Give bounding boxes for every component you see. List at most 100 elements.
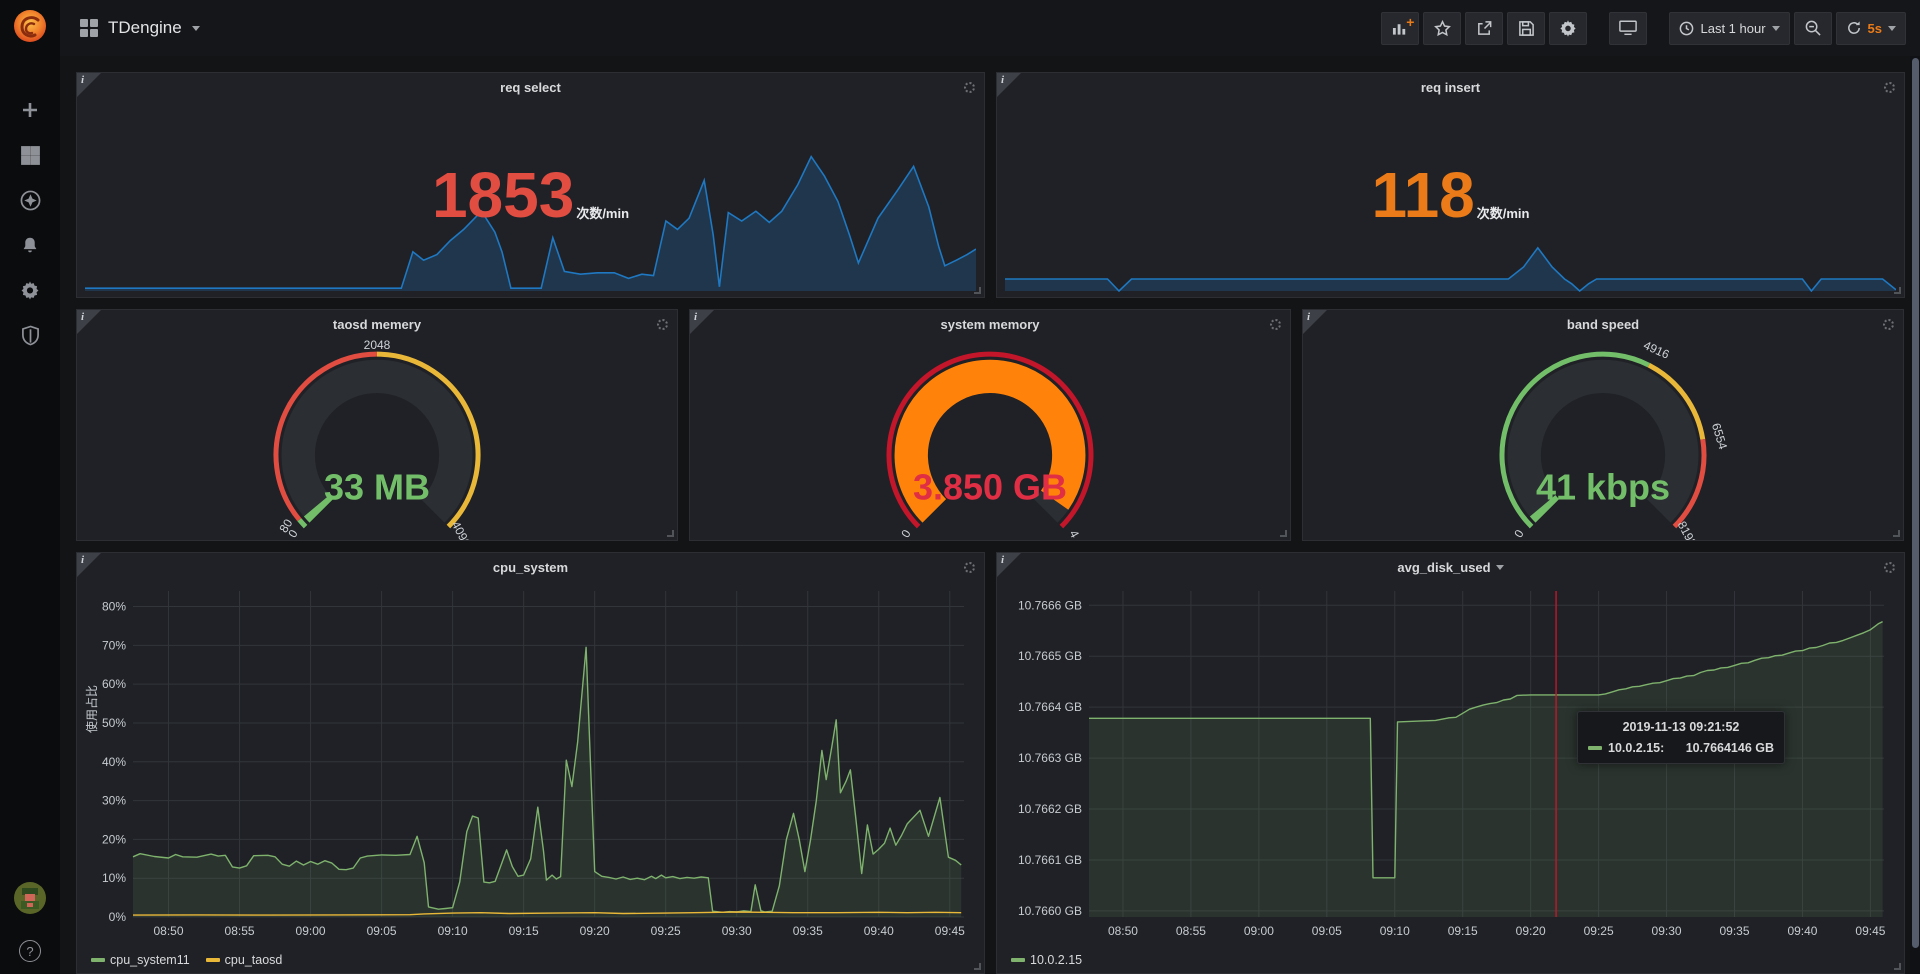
legend-item-10-0-2-15[interactable]: 10.0.2.15 — [1011, 953, 1082, 967]
panel-resize-handle[interactable] — [667, 530, 674, 537]
server-admin-shield-icon[interactable] — [11, 323, 49, 347]
panel-header-taosd-memory[interactable]: taosd memery — [77, 310, 677, 338]
svg-text:09:00: 09:00 — [296, 924, 326, 938]
gauge-chart: 049166554819241 kbps — [1303, 338, 1903, 540]
panel-info-icon[interactable]: i — [997, 553, 1021, 577]
svg-text:09:10: 09:10 — [1380, 924, 1410, 938]
svg-text:09:20: 09:20 — [580, 924, 610, 938]
dashboards-icon[interactable] — [11, 143, 49, 167]
panel-title: req insert — [1421, 80, 1480, 95]
panel-header-req-insert[interactable]: req insert — [997, 73, 1904, 101]
singlestat-value-group: 118 次数/min — [997, 168, 1904, 222]
tooltip-series-label: 10.0.2.15: — [1608, 741, 1664, 755]
refresh-interval-label[interactable]: 5s — [1868, 21, 1882, 36]
panel-info-icon[interactable]: i — [77, 310, 101, 334]
svg-text:2048: 2048 — [364, 338, 391, 352]
add-icon[interactable] — [11, 98, 49, 122]
grafana-logo[interactable] — [10, 6, 50, 46]
panel-info-icon[interactable]: i — [690, 310, 714, 334]
panel-header-cpu-system[interactable]: cpu_system — [77, 553, 984, 581]
zoom-out-button[interactable] — [1794, 12, 1832, 45]
svg-text:09:45: 09:45 — [1855, 924, 1885, 938]
panel-header-req-select[interactable]: req select — [77, 73, 984, 101]
sparkline-chart[interactable] — [85, 150, 976, 292]
svg-text:09:15: 09:15 — [509, 924, 539, 938]
panel-header-band-speed[interactable]: band speed — [1303, 310, 1903, 338]
legend-label: 10.0.2.15 — [1030, 953, 1082, 967]
settings-gear-button[interactable] — [1549, 12, 1587, 45]
svg-text:10.7661 GB: 10.7661 GB — [1018, 853, 1082, 867]
svg-text:09:40: 09:40 — [1787, 924, 1817, 938]
svg-text:08:55: 08:55 — [225, 924, 255, 938]
panel-title: avg_disk_used — [1397, 560, 1490, 575]
svg-text:50%: 50% — [102, 716, 126, 730]
svg-text:10.7665 GB: 10.7665 GB — [1018, 649, 1082, 663]
explore-compass-icon[interactable] — [11, 188, 49, 212]
panel-title: cpu_system — [493, 560, 568, 575]
dashboard-title[interactable]: TDengine — [108, 18, 182, 38]
series-color-swatch — [206, 958, 220, 962]
user-avatar[interactable] — [13, 881, 47, 920]
panel-info-icon[interactable]: i — [77, 73, 101, 97]
panel-avg-disk-used: i avg_disk_used 08:5008:5509:0009:0509:1… — [996, 552, 1905, 974]
legend-item-cpu-system11[interactable]: cpu_system11 — [91, 953, 190, 967]
refresh-picker[interactable]: 5s — [1836, 12, 1906, 45]
svg-text:10.7660 GB: 10.7660 GB — [1018, 904, 1082, 918]
svg-text:4: 4 — [1066, 528, 1082, 540]
help-icon[interactable]: ? — [19, 940, 41, 962]
panel-header-avg-disk-used[interactable]: avg_disk_used — [997, 553, 1904, 581]
dashboard-title-menu[interactable]: TDengine — [80, 18, 200, 38]
sparkline-chart[interactable] — [1005, 230, 1896, 292]
cycle-view-mode-button[interactable] — [1609, 12, 1647, 45]
svg-text:10.7663 GB: 10.7663 GB — [1018, 751, 1082, 765]
svg-text:09:00: 09:00 — [1244, 924, 1274, 938]
caret-down-icon — [1888, 26, 1896, 31]
svg-text:41 kbps: 41 kbps — [1536, 467, 1670, 508]
time-range-picker[interactable]: Last 1 hour — [1669, 12, 1789, 45]
star-button[interactable] — [1423, 12, 1461, 45]
panel-info-icon[interactable]: i — [1303, 310, 1327, 334]
panel-resize-handle[interactable] — [1893, 530, 1900, 537]
svg-text:3.850 GB: 3.850 GB — [913, 467, 1067, 508]
panel-header-system-memory[interactable]: system memory — [690, 310, 1290, 338]
panel-taosd-memory: i taosd memery 0802048409633 MB — [76, 309, 678, 541]
svg-text:08:50: 08:50 — [1108, 924, 1138, 938]
loading-spinner-icon — [1270, 319, 1281, 330]
svg-text:0: 0 — [898, 527, 914, 540]
loading-spinner-icon — [1883, 319, 1894, 330]
svg-text:09:10: 09:10 — [438, 924, 468, 938]
series-color-swatch — [1011, 958, 1025, 962]
scrollbar-thumb[interactable] — [1912, 58, 1919, 948]
singlestat-unit: 次数/min — [1477, 203, 1530, 222]
panel-title: taosd memery — [333, 317, 421, 332]
panel-info-icon[interactable]: i — [997, 73, 1021, 97]
time-series-chart[interactable]: 08:5008:5509:0009:0509:1009:1509:2009:25… — [83, 581, 978, 943]
svg-text:09:25: 09:25 — [651, 924, 681, 938]
loading-spinner-icon — [1884, 562, 1895, 573]
refresh-icon — [1846, 20, 1862, 36]
save-button[interactable] — [1507, 12, 1545, 45]
legend-label: cpu_system11 — [110, 953, 190, 967]
configuration-gear-icon[interactable] — [11, 278, 49, 302]
svg-text:10.7664 GB: 10.7664 GB — [1018, 700, 1082, 714]
panel-info-icon[interactable]: i — [77, 553, 101, 577]
svg-text:09:30: 09:30 — [1652, 924, 1682, 938]
panel-resize-handle[interactable] — [974, 287, 981, 294]
svg-text:09:35: 09:35 — [1719, 924, 1749, 938]
scrollbar-track[interactable] — [1910, 56, 1920, 974]
legend-item-cpu-taosd[interactable]: cpu_taosd — [206, 953, 283, 967]
panel-resize-handle[interactable] — [974, 963, 981, 970]
panel-resize-handle[interactable] — [1280, 530, 1287, 537]
alerting-bell-icon[interactable] — [11, 233, 49, 257]
svg-text:09:45: 09:45 — [935, 924, 965, 938]
chart-tooltip: 2019-11-13 09:21:52 10.0.2.15: 10.766414… — [1577, 711, 1785, 764]
share-button[interactable] — [1465, 12, 1503, 45]
svg-text:6554: 6554 — [1709, 421, 1730, 451]
chart-legend: cpu_system11 cpu_taosd — [91, 953, 282, 967]
add-panel-button[interactable]: + — [1381, 12, 1419, 45]
series-color-swatch — [91, 958, 105, 962]
svg-text:08:55: 08:55 — [1176, 924, 1206, 938]
series-color-swatch — [1588, 746, 1602, 750]
panel-resize-handle[interactable] — [1894, 963, 1901, 970]
panel-resize-handle[interactable] — [1894, 287, 1901, 294]
